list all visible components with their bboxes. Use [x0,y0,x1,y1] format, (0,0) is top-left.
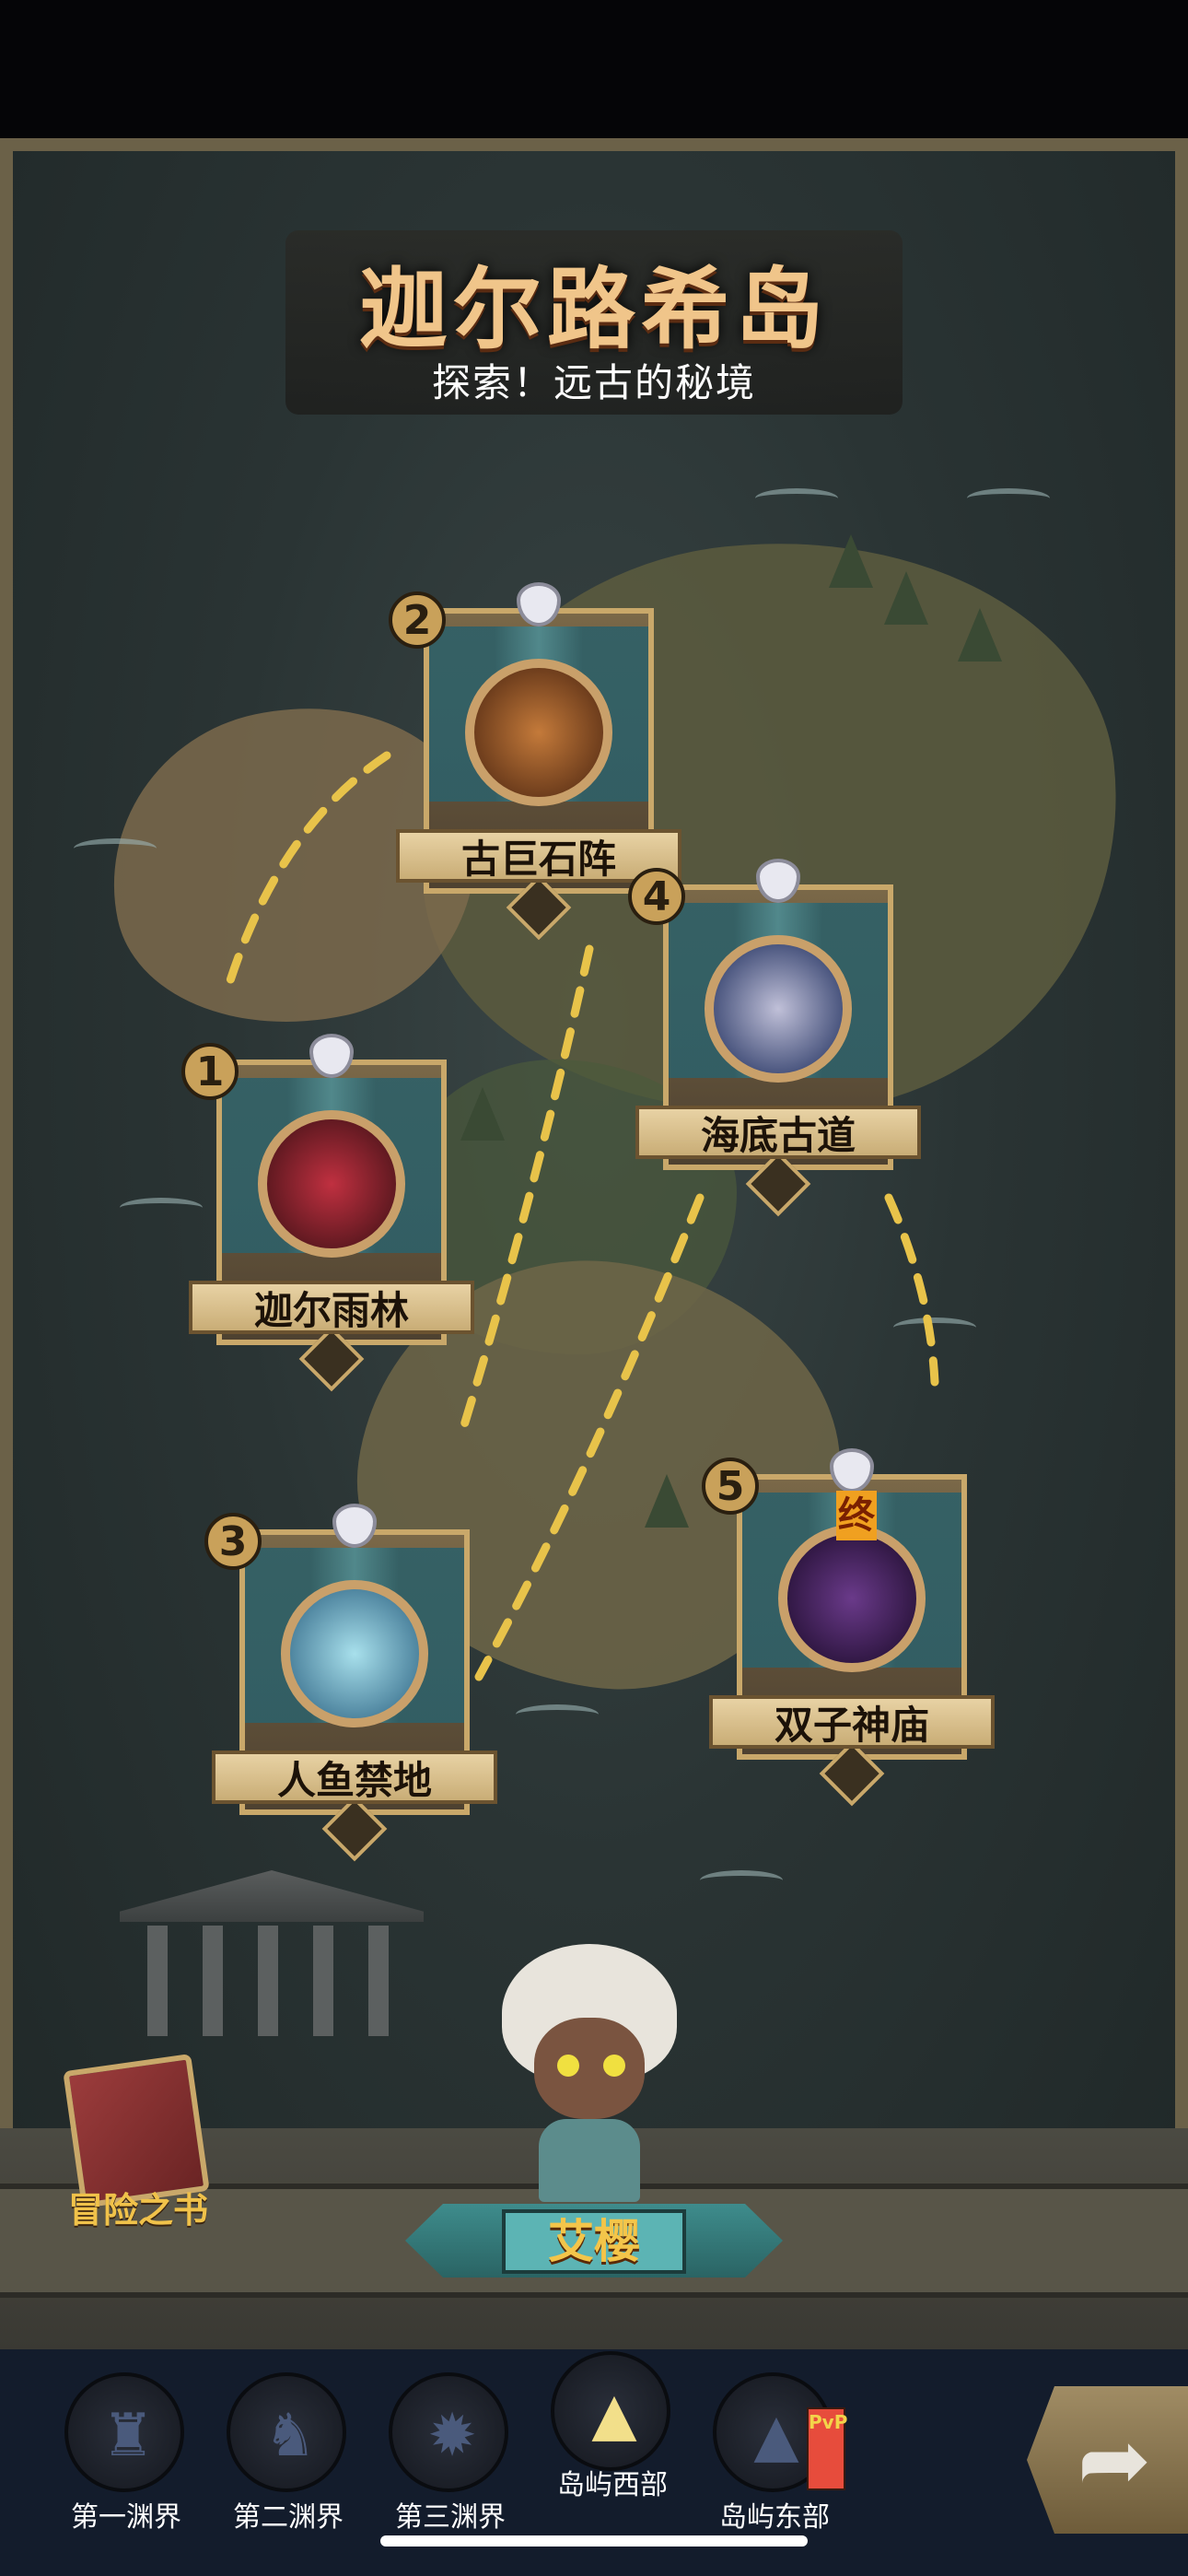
map-title: 迦尔路希岛 [359,258,829,361]
stage-name: 迦尔雨林 [189,1281,474,1334]
stage-name: 人鱼禁地 [212,1751,497,1804]
map-subtitle: 探索！远古的秘境 [431,360,756,405]
nav-abyss-1[interactable]: ♜ 第一渊界 [57,2372,195,2557]
stage-number: 1 [181,1043,239,1100]
stage-number: 5 [702,1458,759,1515]
stage-name: 海底古道 [635,1106,921,1159]
boss-portrait [778,1525,926,1672]
boss-portrait [465,659,612,806]
route-4-5 [884,1193,939,1387]
final-stage-badge: 终 [836,1491,877,1540]
forward-arrow-icon[interactable]: ➦ [1059,2409,1170,2511]
stage-node-2[interactable]: 古巨石阵 2 [389,571,681,941]
temple-ruin-decoration [120,1870,424,2045]
abyss-spiked-icon: ✹ [389,2372,508,2492]
nav-abyss-3[interactable]: ✹ 第三渊界 [381,2372,519,2557]
pvp-badge: PvP [807,2407,847,2490]
island-rock-icon: ▲ [551,2351,670,2471]
nav-island-west[interactable]: ▲ 岛屿西部 [543,2351,681,2535]
nav-label: 第一渊界 [71,2501,181,2534]
abyss-horned-icon: ♞ [227,2372,346,2492]
nav-abyss-2[interactable]: ♞ 第二渊界 [219,2372,357,2557]
adventure-book-label[interactable]: 冒险之书 [46,2182,230,2232]
nav-label: 第三渊界 [395,2501,506,2534]
route-3-4 [474,1193,705,1681]
boss-portrait [705,935,852,1083]
nav-label: 岛屿西部 [557,2469,668,2501]
route-2-3 [456,944,594,1442]
hero-name[interactable]: 艾樱 [502,2209,686,2274]
stage-name: 双子神庙 [709,1695,995,1749]
stage-node-4[interactable]: 海底古道 4 [628,848,921,1217]
stage-number: 3 [204,1513,262,1570]
route-1-2 [221,751,391,1000]
stage-node-1[interactable]: 迦尔雨林 1 [181,1023,474,1392]
boss-portrait [258,1110,405,1258]
boss-portrait [281,1580,428,1727]
stage-node-5[interactable]: 终 双子神庙 5 [702,1437,995,1807]
stage-number: 2 [389,591,446,649]
hero-character[interactable] [483,1944,695,2202]
abyss-demon-icon: ♜ [64,2372,184,2492]
nav-island-east[interactable]: ▲ PvP 岛屿东部 [705,2372,847,2557]
nav-label: 第二渊界 [233,2501,344,2534]
nav-label: 岛屿东部 [719,2501,830,2534]
stage-node-3[interactable]: 人鱼禁地 3 [204,1493,497,1862]
stage-number: 4 [628,868,685,925]
home-indicator [380,2535,808,2547]
